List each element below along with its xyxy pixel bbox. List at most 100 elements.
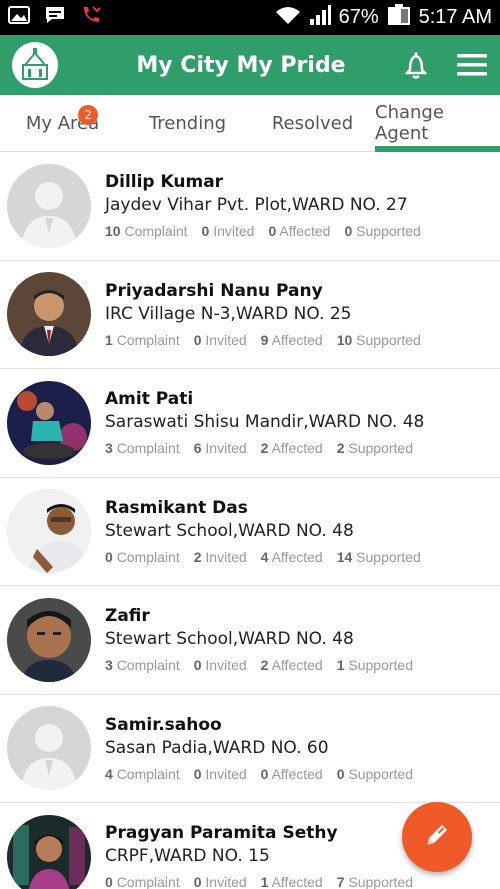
notification-badge: 2 xyxy=(78,105,98,125)
city-logo-icon[interactable] xyxy=(12,42,58,88)
stat-label: Complaint xyxy=(116,440,180,457)
agent-list: Dillip Kumar Jaydev Vihar Pvt. Plot,WARD… xyxy=(0,152,500,889)
tab-resolved[interactable]: Resolved xyxy=(250,95,375,151)
stat-label: Supported xyxy=(348,874,413,889)
affected-count: 2 xyxy=(260,657,269,674)
complaint-count: 3 xyxy=(105,440,113,457)
tab-label: Resolved xyxy=(271,112,354,134)
avatar xyxy=(7,706,91,791)
message-icon xyxy=(44,5,66,31)
edit-fab-button[interactable] xyxy=(402,802,472,872)
invited-count: 0 xyxy=(193,331,202,348)
pencil-icon xyxy=(421,819,453,856)
stat-label: Supported xyxy=(356,548,421,565)
supported-count: 0 xyxy=(344,223,353,240)
complaint-count: 4 xyxy=(105,765,113,782)
supported-count: 7 xyxy=(336,874,345,889)
tab-label: Trending xyxy=(148,112,227,134)
stat-label: Complaint xyxy=(116,548,180,565)
stat-label: Invited xyxy=(205,657,247,674)
avatar xyxy=(7,163,91,248)
complaint-count: 0 xyxy=(105,548,113,565)
supported-count: 1 xyxy=(336,657,345,674)
stat-label: Complaint xyxy=(116,331,180,348)
agent-address: Stewart School,WARD NO. 48 xyxy=(105,629,354,650)
agent-address: Saraswati Shisu Mandir,WARD NO. 48 xyxy=(105,412,425,433)
stat-label: Invited xyxy=(205,765,247,782)
stat-label: Affected xyxy=(271,657,323,674)
agent-address: Stewart School,WARD NO. 48 xyxy=(105,520,354,541)
complaint-count: 3 xyxy=(105,657,113,674)
stat-label: Affected xyxy=(271,331,323,348)
image-icon xyxy=(8,5,30,30)
wifi-icon xyxy=(275,5,301,31)
list-item[interactable]: Dillip Kumar Jaydev Vihar Pvt. Plot,WARD… xyxy=(0,152,500,261)
complaint-count: 10 xyxy=(105,223,121,240)
stat-label: Affected xyxy=(271,548,323,565)
stat-label: Complaint xyxy=(124,223,188,240)
agent-name: Zafir xyxy=(105,606,150,627)
stat-label: Supported xyxy=(348,657,413,674)
affected-count: 0 xyxy=(268,223,277,240)
stat-label: Supported xyxy=(356,331,421,348)
avatar xyxy=(7,272,91,357)
agent-name: Samir.sahoo xyxy=(105,714,222,735)
menu-icon[interactable] xyxy=(456,49,488,81)
stat-label: Complaint xyxy=(116,657,180,674)
list-item[interactable]: Rasmikant Das Stewart School,WARD NO. 48… xyxy=(0,478,500,586)
battery-percent: 67% xyxy=(338,6,379,28)
agent-name: Dillip Kumar xyxy=(105,172,224,193)
list-item[interactable]: Priyadarshi Nanu Pany IRC Village N-3,WA… xyxy=(0,261,500,369)
stat-label: Invited xyxy=(205,440,247,457)
agent-address: Jaydev Vihar Pvt. Plot,WARD NO. 27 xyxy=(105,195,408,216)
tab-change-agent[interactable]: Change Agent xyxy=(375,95,500,152)
status-bar: 67% 5:17 AM xyxy=(0,0,500,35)
agent-name: Priyadarshi Nanu Pany xyxy=(105,280,323,301)
stat-label: Affected xyxy=(271,440,323,457)
affected-count: 2 xyxy=(260,440,269,457)
stat-label: Invited xyxy=(205,874,247,889)
tab-bar: My Area 2 Trending Resolved Change Agent xyxy=(0,95,500,152)
clock: 5:17 AM xyxy=(418,6,492,28)
app-bar: My City My Pride xyxy=(0,35,500,95)
tab-label: Change Agent xyxy=(375,102,444,144)
avatar xyxy=(7,380,91,465)
supported-count: 10 xyxy=(336,331,353,348)
supported-count: 14 xyxy=(336,548,353,565)
stat-label: Complaint xyxy=(116,874,180,889)
avatar xyxy=(7,489,91,574)
app-title: My City My Pride xyxy=(136,52,346,78)
stat-label: Supported xyxy=(356,223,421,240)
tab-my-area[interactable]: My Area 2 xyxy=(0,95,125,151)
affected-count: 0 xyxy=(260,765,269,782)
stat-label: Affected xyxy=(271,874,323,889)
battery-icon xyxy=(387,3,411,32)
supported-count: 0 xyxy=(336,765,345,782)
stat-label: Supported xyxy=(348,765,413,782)
invited-count: 0 xyxy=(193,765,202,782)
list-item[interactable]: Amit Pati Saraswati Shisu Mandir,WARD NO… xyxy=(0,369,500,478)
supported-count: 2 xyxy=(336,440,345,457)
stat-label: Supported xyxy=(348,440,413,457)
list-item[interactable]: Zafir Stewart School,WARD NO. 48 3 Compl… xyxy=(0,586,500,695)
agent-address: IRC Village N-3,WARD NO. 25 xyxy=(105,303,352,324)
avatar xyxy=(7,597,91,682)
affected-count: 4 xyxy=(260,548,269,565)
invited-count: 0 xyxy=(201,223,210,240)
missed-call-icon xyxy=(80,4,102,32)
agent-address: CRPF,WARD NO. 15 xyxy=(105,846,270,867)
avatar xyxy=(7,814,91,889)
agent-name: Rasmikant Das xyxy=(105,497,248,518)
tab-trending[interactable]: Trending xyxy=(125,95,250,151)
bell-icon[interactable] xyxy=(400,49,432,81)
stat-label: Invited xyxy=(205,548,247,565)
list-item[interactable]: Samir.sahoo Sasan Padia,WARD NO. 60 4 Co… xyxy=(0,695,500,803)
signal-icon xyxy=(309,4,331,31)
affected-count: 9 xyxy=(260,331,269,348)
invited-count: 2 xyxy=(193,548,202,565)
agent-name: Pragyan Paramita Sethy xyxy=(105,823,338,844)
invited-count: 0 xyxy=(193,657,202,674)
invited-count: 6 xyxy=(193,440,202,457)
complaint-count: 0 xyxy=(105,874,113,889)
stat-label: Affected xyxy=(271,765,323,782)
